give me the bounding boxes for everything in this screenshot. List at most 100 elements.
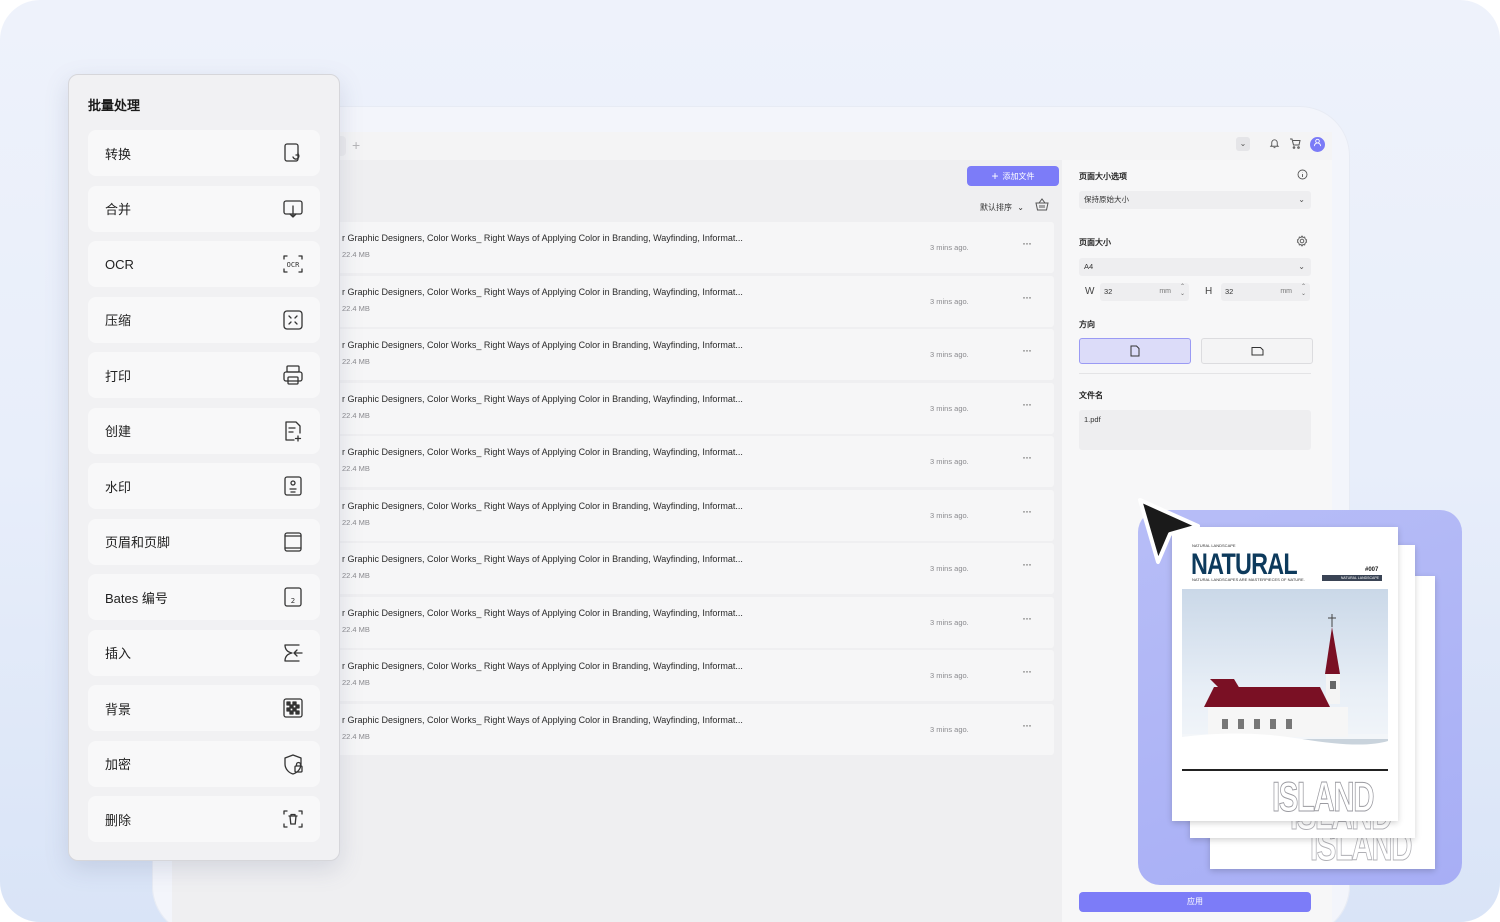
add-file-label: 添加文件 xyxy=(1002,171,1035,181)
ocr-icon: OCR xyxy=(282,253,304,275)
file-time: 3 mins ago. xyxy=(930,724,969,734)
batch-item-compress[interactable]: 压缩 xyxy=(88,296,320,343)
more-options-icon[interactable]: ··· xyxy=(1022,557,1032,571)
file-size: 22.4 MB xyxy=(342,678,370,687)
stepper-icon[interactable]: ⌃ ⌄ xyxy=(1180,284,1185,298)
magazine-issue: #007 xyxy=(1365,567,1379,573)
avatar[interactable] xyxy=(1310,137,1325,152)
merge-icon xyxy=(282,198,304,220)
more-options-icon[interactable]: ··· xyxy=(1022,450,1032,464)
svg-text:2: 2 xyxy=(291,597,295,605)
page-size-select[interactable]: A4 ⌄ xyxy=(1079,258,1311,276)
encrypt-icon xyxy=(282,753,304,775)
more-options-icon[interactable]: ··· xyxy=(1022,504,1032,518)
sort-dropdown[interactable]: 默认排序 ⌄ xyxy=(980,202,1024,213)
file-name: r Graphic Designers, Color Works_ Right … xyxy=(342,286,743,297)
file-name: r Graphic Designers, Color Works_ Right … xyxy=(342,607,743,618)
file-size: 22.4 MB xyxy=(342,250,370,259)
basket-icon[interactable] xyxy=(1035,198,1049,214)
add-file-button[interactable]: + 添加文件 xyxy=(967,166,1059,186)
file-time: 3 mins ago. xyxy=(930,564,969,573)
batch-item-encrypt[interactable]: 加密 xyxy=(88,740,320,787)
file-name: r Graphic Designers, Color Works_ Right … xyxy=(342,447,743,457)
file-size: 22.4 MB xyxy=(342,517,370,527)
width-input[interactable]: 32 mm ⌃ ⌄ xyxy=(1100,283,1189,301)
batch-item-ocr[interactable]: OCR OCR xyxy=(88,241,320,287)
file-time: 3 mins ago. xyxy=(930,243,969,252)
file-size: 22.4 MB xyxy=(342,731,370,741)
batch-item-label: 打印 xyxy=(105,368,132,384)
chevron-down-icon: ⌄ xyxy=(1298,262,1305,271)
file-size: 22.4 MB xyxy=(342,303,370,313)
convert-icon xyxy=(282,142,304,164)
file-time: 3 mins ago. xyxy=(930,457,969,466)
stepper-icon[interactable]: ⌃ ⌄ xyxy=(1301,284,1306,298)
width-unit: mm xyxy=(1159,288,1171,295)
magazine-subtitle: NATURAL LANDSCAPES ARE MASTERPIECES OF N… xyxy=(1192,577,1305,582)
page-size-option-select[interactable]: 保持原始大小 ⌄ xyxy=(1079,191,1311,209)
more-options-icon[interactable]: ··· xyxy=(1022,718,1032,732)
batch-item-insert[interactable]: 插入 xyxy=(88,629,320,676)
height-input[interactable]: 32 mm ⌃ ⌄ xyxy=(1221,283,1310,301)
bates-number-icon: 2 xyxy=(282,586,304,608)
portrait-button[interactable] xyxy=(1079,338,1191,364)
chevron-down-icon: ⌄ xyxy=(1017,203,1024,212)
file-time: 3 mins ago. xyxy=(930,296,969,306)
batch-item-create-file[interactable]: 创建 xyxy=(88,407,320,454)
new-tab-icon[interactable]: + xyxy=(352,137,360,153)
file-size: 22.4 MB xyxy=(342,571,370,580)
file-size: 22.4 MB xyxy=(342,464,370,473)
delete-icon xyxy=(282,808,304,830)
info-icon[interactable] xyxy=(1297,169,1308,182)
magazine-band: NATURAL LANDSCAPE xyxy=(1322,575,1382,581)
watermark-icon xyxy=(282,475,304,497)
filename-value: 1.pdf xyxy=(1084,415,1101,424)
tab-bar: + ⌄ xyxy=(172,132,1332,160)
batch-item-header-footer[interactable]: 页眉和页脚 xyxy=(88,518,320,565)
more-options-icon[interactable]: ··· xyxy=(1022,343,1032,357)
plus-icon: + xyxy=(991,169,999,183)
chevron-down-icon[interactable]: ⌄ xyxy=(1236,137,1250,151)
batch-item-printer[interactable]: 打印 xyxy=(88,352,320,398)
compress-icon xyxy=(282,309,304,331)
more-options-icon[interactable]: ··· xyxy=(1022,664,1032,678)
landscape-icon xyxy=(1251,347,1263,356)
file-time: 3 mins ago. xyxy=(930,350,969,359)
apply-button[interactable]: 应用 xyxy=(1079,892,1311,912)
more-options-icon[interactable]: ··· xyxy=(1022,611,1032,625)
batch-item-convert[interactable]: 转换 xyxy=(88,130,320,176)
more-options-icon[interactable]: ··· xyxy=(1022,236,1032,250)
more-options-icon[interactable]: ··· xyxy=(1022,290,1032,304)
preview-page-front: NATURAL LANDSCAPE NATURAL NATURAL LANDSC… xyxy=(1172,527,1398,821)
batch-item-label: 水印 xyxy=(105,479,132,495)
batch-item-label: OCR xyxy=(105,256,134,272)
batch-item-background[interactable]: 背景 xyxy=(88,685,320,731)
batch-item-label: 页眉和页脚 xyxy=(105,535,171,550)
sort-label: 默认排序 xyxy=(980,203,1012,212)
header-footer-icon xyxy=(282,531,304,553)
gear-icon[interactable] xyxy=(1296,235,1308,249)
file-time: 3 mins ago. xyxy=(930,403,969,413)
height-label: H xyxy=(1205,286,1213,297)
magazine-footer-word: ISLAND xyxy=(1272,773,1375,821)
batch-item-label: 插入 xyxy=(105,646,132,661)
filename-input[interactable]: 1.pdf xyxy=(1079,410,1311,450)
landscape-button[interactable] xyxy=(1201,338,1313,364)
batch-item-watermark[interactable]: 水印 xyxy=(88,463,320,509)
batch-item-label: 合并 xyxy=(105,202,132,217)
cart-icon[interactable] xyxy=(1289,138,1301,152)
batch-item-merge[interactable]: 合并 xyxy=(88,185,320,232)
file-name: r Graphic Designers, Color Works_ Right … xyxy=(342,393,743,404)
svg-text:OCR: OCR xyxy=(287,261,300,269)
file-name: r Graphic Designers, Color Works_ Right … xyxy=(342,554,743,564)
background-stage: + ⌄ + 添加文件 默认排序 ⌄ r Graphic Designers, C… xyxy=(0,0,1500,922)
magazine-band-text: NATURAL LANDSCAPE xyxy=(1340,576,1379,580)
bell-icon[interactable] xyxy=(1269,138,1280,152)
batch-item-bates-number[interactable]: Bates 编号 2 xyxy=(88,574,320,620)
batch-item-label: 转换 xyxy=(105,146,132,162)
background-icon xyxy=(282,697,304,719)
batch-item-label: 创建 xyxy=(105,424,132,439)
batch-item-label: 背景 xyxy=(105,701,132,717)
more-options-icon[interactable]: ··· xyxy=(1022,397,1032,411)
batch-item-delete[interactable]: 删除 xyxy=(88,796,320,842)
